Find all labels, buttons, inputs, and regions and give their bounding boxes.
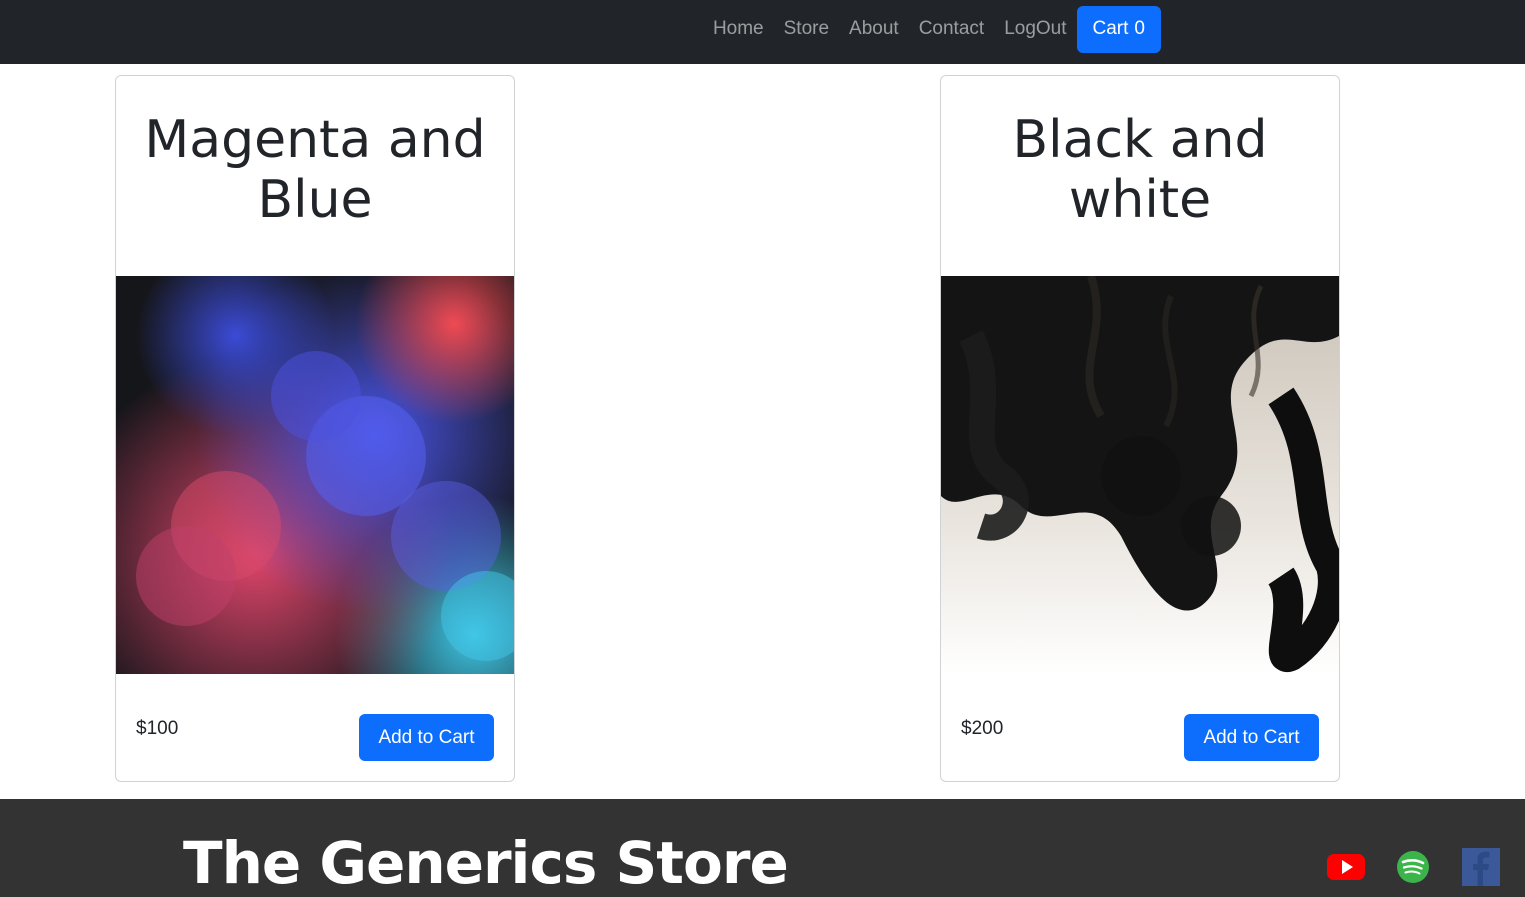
footer-title: The Generics Store	[183, 829, 789, 897]
facebook-icon[interactable]	[1461, 847, 1501, 887]
nav-link-home[interactable]: Home	[713, 6, 764, 52]
add-to-cart-button[interactable]: Add to Cart	[359, 714, 494, 761]
add-to-cart-button[interactable]: Add to Cart	[1184, 714, 1319, 761]
cart-label: Cart	[1092, 18, 1129, 39]
product-title: Black and white	[1012, 110, 1268, 230]
product-image	[941, 276, 1339, 674]
magenta-blue-smoke-image	[116, 276, 514, 674]
nav-link-store[interactable]: Store	[784, 6, 829, 52]
spotify-icon[interactable]	[1393, 847, 1433, 887]
nav-link-logout[interactable]: LogOut	[1004, 6, 1066, 52]
nav-link-about[interactable]: About	[849, 6, 899, 52]
product-card: Black and white $200 Add to Cart	[940, 75, 1340, 782]
nav-links: Home Store About Contact LogOut Cart 0	[713, 5, 1161, 53]
youtube-icon[interactable]	[1326, 847, 1366, 887]
product-title: Magenta and Blue	[144, 110, 486, 230]
navbar: Home Store About Contact LogOut Cart 0	[0, 0, 1525, 64]
product-image	[116, 276, 514, 674]
product-price: $100	[136, 718, 179, 739]
nav-link-contact[interactable]: Contact	[919, 6, 984, 52]
product-price: $200	[961, 718, 1004, 739]
product-card: Magenta and Blue $100 Add to Cart	[115, 75, 515, 782]
cart-button[interactable]: Cart 0	[1076, 5, 1161, 53]
footer: The Generics Store	[0, 799, 1525, 897]
black-white-smoke-image	[941, 276, 1339, 674]
cart-count: 0	[1134, 18, 1145, 39]
